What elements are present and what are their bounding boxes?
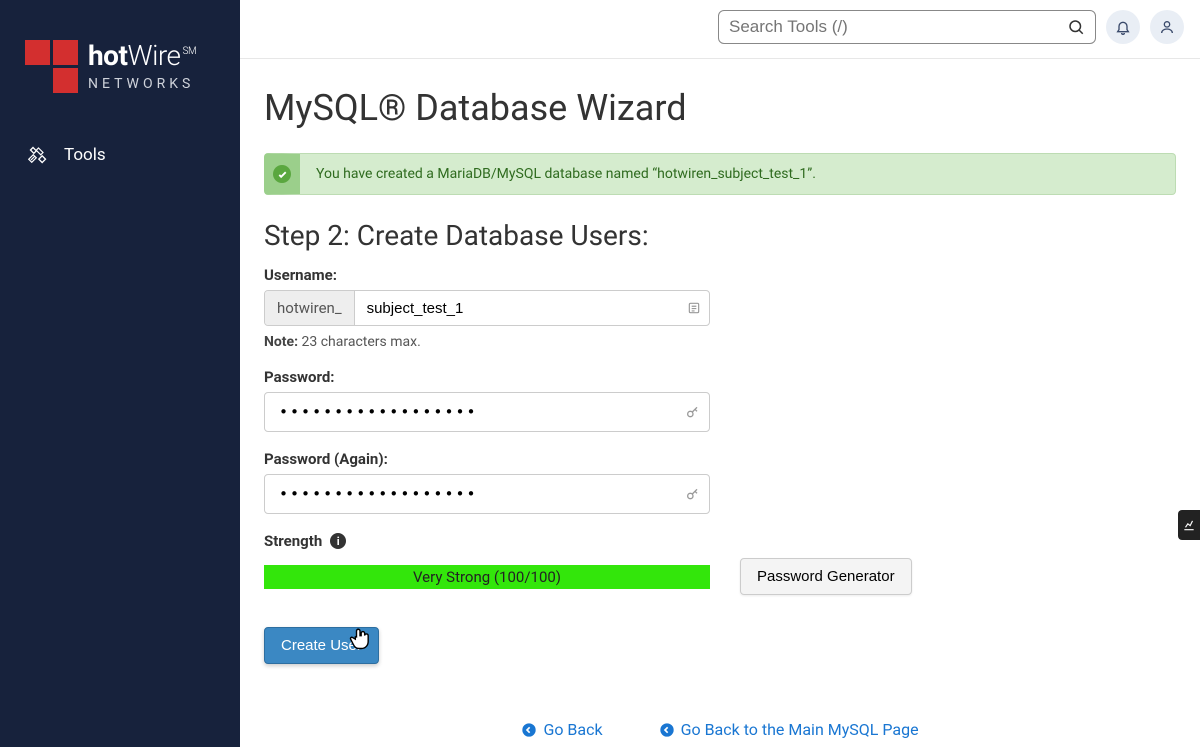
brand-name: hotWireSM [88, 42, 196, 70]
strength-meter: Very Strong (100/100) [264, 565, 710, 589]
strength-label: Strength [264, 532, 322, 550]
main-area: MySQL® Database Wizard You have created … [240, 0, 1200, 747]
alert-text: You have created a MariaDB/MySQL databas… [316, 166, 816, 182]
user-icon [1159, 19, 1175, 35]
page-title: MySQL® Database Wizard [264, 87, 1176, 129]
search-box[interactable] [718, 10, 1096, 44]
back-navigation: Go Back Go Back to the Main MySQL Page [264, 720, 1176, 739]
tools-icon [28, 145, 48, 165]
password-label: Password: [264, 368, 1176, 386]
content: MySQL® Database Wizard You have created … [240, 59, 1200, 747]
password-generator-button[interactable]: Password Generator [740, 558, 912, 595]
password-again-field: Password (Again): [264, 450, 1176, 514]
logo-mark-icon [25, 40, 78, 93]
search-icon [1067, 18, 1085, 36]
step-heading: Step 2: Create Database Users: [264, 219, 1176, 252]
sidebar-item-tools[interactable]: Tools [0, 133, 240, 177]
brand-logo: hotWireSM NETWORKS [0, 20, 240, 133]
arrow-left-circle-icon [521, 722, 537, 738]
password-again-label: Password (Again): [264, 450, 1176, 468]
username-prefix: hotwiren_ [265, 291, 355, 325]
username-field: Username: hotwiren_ Note: 23 characters … [264, 266, 1176, 350]
sidebar-item-label: Tools [64, 145, 106, 165]
contact-card-icon [687, 301, 701, 315]
username-label: Username: [264, 266, 1176, 284]
topbar [240, 0, 1200, 59]
create-user-button[interactable]: Create User [264, 627, 379, 664]
notifications-button[interactable] [1106, 10, 1140, 44]
strength-section: Strength i Very Strong (100/100) Passwor… [264, 532, 1176, 595]
check-circle-icon [273, 165, 291, 183]
search-input[interactable] [729, 17, 1067, 37]
side-tab-button[interactable] [1178, 510, 1200, 540]
key-icon[interactable] [685, 486, 701, 502]
sidebar: hotWireSM NETWORKS Tools [0, 0, 240, 747]
bell-icon [1115, 19, 1131, 35]
password-input[interactable] [279, 393, 685, 431]
password-again-input[interactable] [279, 475, 685, 513]
username-note: Note: 23 characters max. [264, 334, 1176, 350]
brand-subtitle: NETWORKS [88, 76, 196, 92]
account-button[interactable] [1150, 10, 1184, 44]
key-icon[interactable] [685, 404, 701, 420]
chart-icon [1182, 518, 1196, 532]
username-input[interactable] [367, 292, 687, 325]
password-field: Password: [264, 368, 1176, 432]
go-back-main-link[interactable]: Go Back to the Main MySQL Page [659, 720, 919, 739]
go-back-link[interactable]: Go Back [521, 720, 602, 739]
info-icon[interactable]: i [330, 533, 346, 549]
success-alert: You have created a MariaDB/MySQL databas… [264, 153, 1176, 195]
arrow-left-circle-icon [659, 722, 675, 738]
